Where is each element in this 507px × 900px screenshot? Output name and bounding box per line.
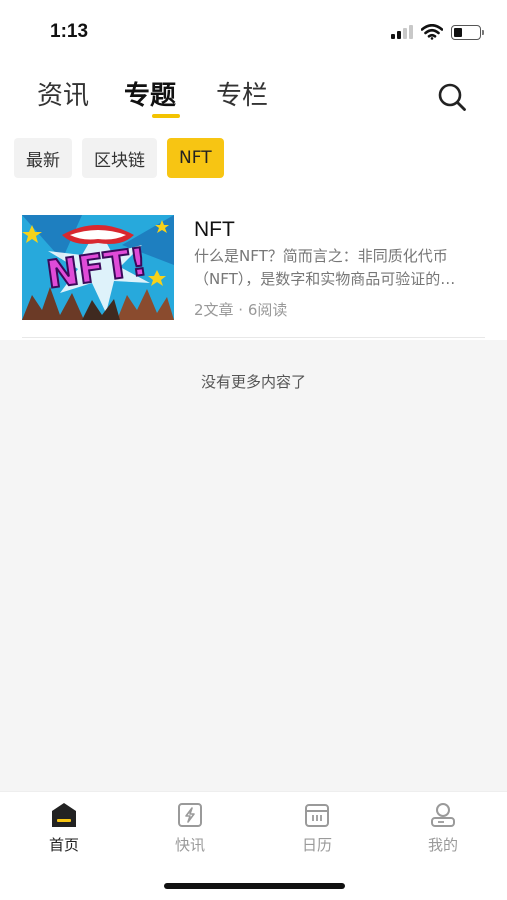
search-icon[interactable] xyxy=(437,82,467,112)
battery-level xyxy=(454,27,462,37)
topic-thumbnail: NFT! xyxy=(22,215,174,320)
tab-topics[interactable]: 专题 xyxy=(124,75,176,112)
nav-label-flash-news: 快讯 xyxy=(174,836,205,854)
status-bar: 1:13 xyxy=(0,0,507,64)
category-chips: 最新 区块链 NFT xyxy=(14,138,224,178)
nav-item-home[interactable]: 首页 xyxy=(24,802,104,855)
active-tab-indicator xyxy=(152,114,180,118)
nav-item-profile[interactable]: 我的 xyxy=(403,802,483,855)
topic-description-line-2: （NFT），是数字和实物商品可验证的… xyxy=(194,270,456,288)
topic-card[interactable]: NFT! NFT 什么是NFT？简而言之：非同质化代币 （NFT），是数字和实物… xyxy=(22,210,485,338)
topic-description: 什么是NFT？简而言之：非同质化代币 （NFT），是数字和实物商品可验证的… xyxy=(194,245,486,291)
home-icon xyxy=(52,803,76,827)
status-time: 1:13 xyxy=(50,21,89,42)
wifi-icon xyxy=(421,24,443,40)
topic-title: NFT xyxy=(194,218,235,241)
topic-description-line-1: 什么是NFT？简而言之：非同质化代币 xyxy=(194,247,448,265)
status-icons xyxy=(391,22,484,42)
nav-item-calendar[interactable]: 日历 xyxy=(277,802,357,855)
topic-meta: 2文章 · 6阅读 xyxy=(194,301,288,319)
nav-label-calendar: 日历 xyxy=(301,836,332,854)
nav-item-flash-news[interactable]: 快讯 xyxy=(150,802,230,855)
home-indicator[interactable] xyxy=(164,883,345,889)
chip-blockchain[interactable]: 区块链 xyxy=(82,138,157,178)
cellular-signal-icon xyxy=(391,25,413,39)
header: 资讯 专题 专栏 xyxy=(0,64,507,124)
tab-columns[interactable]: 专栏 xyxy=(216,75,268,112)
tab-news[interactable]: 资讯 xyxy=(37,75,89,112)
nft-artwork-image: NFT! xyxy=(22,215,174,320)
profile-icon xyxy=(431,803,455,827)
chip-nft[interactable]: NFT xyxy=(167,138,224,178)
nav-label-profile: 我的 xyxy=(427,836,458,854)
no-more-content-text: 没有更多内容了 xyxy=(200,373,306,391)
calendar-icon xyxy=(305,804,329,827)
flash-news-icon xyxy=(178,803,202,827)
nav-label-home: 首页 xyxy=(48,836,79,854)
chip-latest[interactable]: 最新 xyxy=(14,138,72,178)
battery-icon xyxy=(451,24,484,40)
